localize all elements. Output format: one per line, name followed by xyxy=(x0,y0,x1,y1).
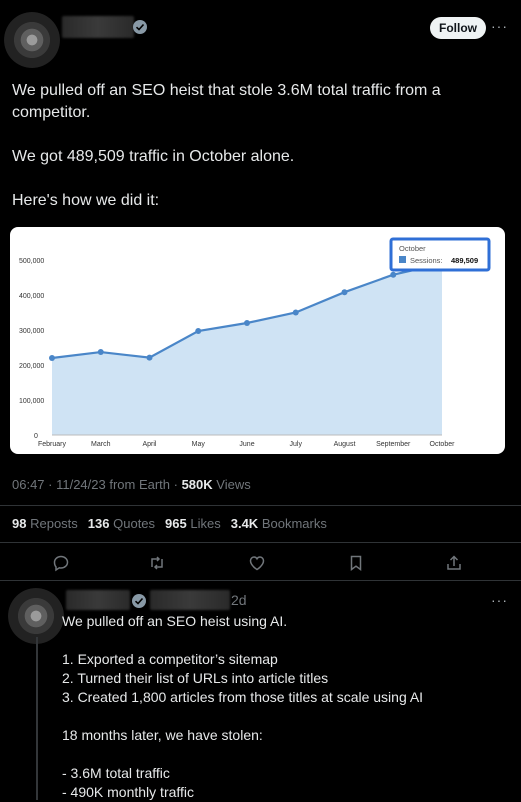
tweet-paragraph: Here's how we did it: xyxy=(12,192,160,209)
reply-avatar[interactable] xyxy=(8,588,64,644)
y-tick-label: 500,000 xyxy=(19,258,44,265)
data-point xyxy=(195,328,202,335)
divider xyxy=(0,542,521,543)
x-tick-label: March xyxy=(91,441,111,448)
reply-icon[interactable] xyxy=(52,554,70,572)
data-point xyxy=(292,309,299,316)
data-point xyxy=(390,271,397,278)
engagement-stats: 98 Reposts 136 Quotes 965 Likes 3.4K Boo… xyxy=(12,516,331,531)
x-tick-label: May xyxy=(192,441,206,448)
reply-line: - 490K monthly traffic xyxy=(62,784,195,800)
sessions-area-chart: 0 100,000 200,000 300,000 400,000 500,000 Febr… xyxy=(19,237,491,448)
reply-line-gap xyxy=(62,631,502,650)
reply-line-gap xyxy=(62,707,502,726)
y-tick-label: 300,000 xyxy=(19,328,44,335)
data-point xyxy=(146,354,153,361)
likes-stat[interactable]: 965 Likes xyxy=(165,516,221,531)
reply-line: 2. Turned their list of URLs into articl… xyxy=(62,670,329,686)
x-tick-label: September xyxy=(376,441,411,448)
tooltip-value: 489,509 xyxy=(451,256,478,265)
reply-line: 18 months later, we have stolen: xyxy=(62,727,263,743)
reply-more-options-icon[interactable]: ··· xyxy=(491,592,508,608)
author-name-redacted[interactable] xyxy=(62,16,134,38)
like-icon[interactable] xyxy=(248,554,266,572)
y-tick-label: 0 xyxy=(34,433,38,440)
tweet-text: We pulled off an SEO heist that stole 3.… xyxy=(12,80,482,212)
x-tick-label: August xyxy=(334,441,356,448)
y-tick-label: 200,000 xyxy=(19,363,44,370)
bookmark-icon[interactable] xyxy=(347,554,365,572)
reposts-stat[interactable]: 98 Reposts xyxy=(12,516,78,531)
reply-author-name-redacted[interactable] xyxy=(66,590,130,610)
divider xyxy=(0,505,521,506)
x-tick-label: February xyxy=(38,441,67,448)
tooltip-swatch xyxy=(399,256,406,263)
reply-timestamp[interactable]: 2d xyxy=(231,592,247,608)
y-tick-label: 400,000 xyxy=(19,293,44,300)
views-count: 580K xyxy=(181,477,213,492)
verified-badge-icon xyxy=(132,594,146,608)
tooltip-title: October xyxy=(399,244,426,253)
bookmarks-stat[interactable]: 3.4K Bookmarks xyxy=(231,516,327,531)
data-point xyxy=(97,349,104,356)
x-tick-label: April xyxy=(142,441,156,448)
divider xyxy=(0,580,521,581)
x-tick-label: July xyxy=(290,441,303,448)
reply-line: We pulled off an SEO heist using AI. xyxy=(62,613,288,629)
chart-image[interactable]: 0 100,000 200,000 300,000 400,000 500,000 Febr… xyxy=(10,227,505,454)
sessions-area xyxy=(52,263,442,435)
share-icon[interactable] xyxy=(445,554,463,572)
thread-connector xyxy=(36,637,38,800)
data-point xyxy=(49,355,55,361)
data-point xyxy=(244,320,250,326)
reply-line: 1. Exported a competitor’s sitemap xyxy=(62,651,278,667)
reply-line-gap xyxy=(62,745,502,764)
reply-line: - 3.6M total traffic xyxy=(62,765,170,781)
tweet-meta: 06:47 · 11/24/23 from Earth · 580K Views xyxy=(12,477,251,492)
tweet-paragraph: We got 489,509 traffic in October alone. xyxy=(12,148,295,165)
quotes-stat[interactable]: 136 Quotes xyxy=(88,516,155,531)
data-point xyxy=(341,289,348,296)
reply-line: 3. Created 1,800 articles from those tit… xyxy=(62,689,424,705)
more-options-icon[interactable]: ··· xyxy=(491,18,508,34)
y-tick-label: 100,000 xyxy=(19,398,44,405)
tooltip-series-label: Sessions: xyxy=(410,256,443,265)
follow-button[interactable]: Follow xyxy=(430,17,486,39)
verified-badge-icon xyxy=(133,20,147,34)
views-label: Views xyxy=(212,477,251,492)
tweet-timestamp[interactable]: 06:47 · 11/24/23 from Earth · xyxy=(12,477,182,492)
reply-text: We pulled off an SEO heist using AI. 1. E… xyxy=(62,612,502,802)
x-tick-label: October xyxy=(430,441,456,448)
repost-icon[interactable] xyxy=(148,554,166,572)
x-tick-label: June xyxy=(239,441,254,448)
reply-handle-redacted[interactable] xyxy=(150,590,230,610)
tweet-paragraph: We pulled off an SEO heist that stole 3.… xyxy=(12,82,441,121)
author-avatar[interactable] xyxy=(4,12,60,68)
